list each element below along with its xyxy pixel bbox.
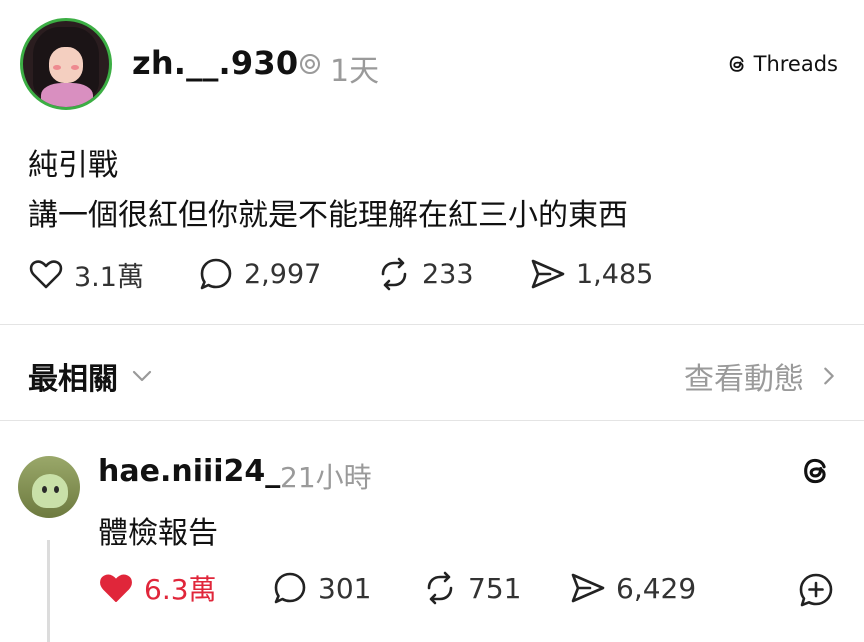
reply-text: 體檢報告 <box>98 516 218 551</box>
reply-button[interactable]: 2,997 <box>196 254 321 294</box>
reply-repost-button[interactable]: 751 <box>420 568 521 608</box>
post-text-line1: 純引戰 <box>28 148 118 183</box>
chevron-right-icon <box>824 367 834 385</box>
post-time: 1天 <box>330 54 380 89</box>
sort-label: 最相關 <box>28 362 118 397</box>
threads-badge-icon <box>300 54 320 74</box>
reply-author-avatar[interactable] <box>18 456 80 518</box>
reply-repost-count: 751 <box>468 571 522 605</box>
sort-dropdown[interactable]: 最相關 <box>28 354 154 398</box>
threads-logo-icon <box>729 56 744 72</box>
author-avatar[interactable] <box>20 18 112 110</box>
threads-badge[interactable]: Threads <box>727 52 838 76</box>
comment-icon <box>200 258 232 290</box>
reply-count: 2,997 <box>244 258 322 290</box>
comment-icon <box>274 572 306 604</box>
reply-share-button[interactable]: 6,429 <box>568 568 696 608</box>
repost-count: 233 <box>422 258 474 290</box>
add-icon[interactable] <box>796 570 836 610</box>
post-text-line2: 講一個很紅但你就是不能理解在紅三小的東西 <box>28 198 628 233</box>
share-icon <box>531 259 565 289</box>
chevron-down-icon <box>132 370 152 382</box>
threads-logo-icon[interactable] <box>800 454 834 488</box>
repost-icon <box>381 257 407 291</box>
view-activity-link[interactable]: 查看動態 <box>684 354 840 398</box>
reply-reply-button[interactable]: 301 <box>270 568 371 608</box>
threads-badge-label: Threads <box>753 52 838 76</box>
share-icon <box>571 573 605 603</box>
repost-icon <box>427 571 453 605</box>
heart-icon <box>29 260 63 289</box>
reply-time: 21小時 <box>280 461 372 494</box>
share-count: 1,485 <box>576 258 654 290</box>
share-button[interactable]: 1,485 <box>528 254 653 294</box>
reply-reply-count: 301 <box>318 571 372 605</box>
repost-button[interactable]: 233 <box>374 254 474 294</box>
divider <box>0 324 864 325</box>
author-username[interactable]: zh.__.930 <box>132 44 298 82</box>
divider <box>0 420 864 421</box>
thread-line <box>47 540 50 642</box>
reply-share-count: 6,429 <box>616 571 697 605</box>
reply-like-button[interactable]: 6.3萬 <box>96 568 217 608</box>
reply-username[interactable]: hae.niii24_ <box>98 454 280 489</box>
view-activity-label: 查看動態 <box>684 362 804 397</box>
reply-like-count: 6.3萬 <box>144 573 217 606</box>
like-count: 3.1萬 <box>74 261 144 293</box>
like-button[interactable]: 3.1萬 <box>26 254 144 294</box>
heart-filled-icon <box>100 574 132 602</box>
